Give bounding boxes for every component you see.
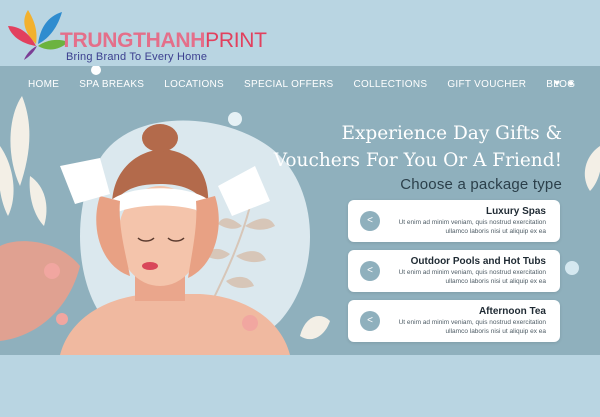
nav-collections[interactable]: COLLECTIONS bbox=[353, 79, 427, 90]
heart-icon[interactable]: ♥ bbox=[554, 78, 560, 89]
card-title: Outdoor Pools and Hot Tubs bbox=[410, 256, 546, 267]
card-text: Ut enim ad minim veniam, quis nostrud ex… bbox=[398, 319, 546, 335]
card-arrow-button[interactable]: < bbox=[360, 211, 380, 231]
card-text: Ut enim ad minim veniam, quis nostrud ex… bbox=[398, 269, 546, 285]
card-title: Luxury Spas bbox=[485, 206, 546, 217]
nav-spa-breaks[interactable]: SPA BREAKS bbox=[79, 79, 144, 90]
package-subhead: Choose a package type bbox=[400, 176, 562, 193]
user-icon[interactable]: ● bbox=[568, 78, 574, 89]
brand-tagline: Bring Brand To Every Home bbox=[66, 51, 208, 63]
nav-icons: ♥ ● bbox=[554, 78, 574, 89]
card-arrow-button[interactable]: < bbox=[360, 311, 380, 331]
nav-special-offers[interactable]: SPECIAL OFFERS bbox=[244, 79, 333, 90]
nav-locations[interactable]: LOCATIONS bbox=[164, 79, 224, 90]
package-card-afternoon-tea[interactable]: < Afternoon Tea Ut enim ad minim veniam,… bbox=[348, 300, 560, 342]
main-nav: HOME SPA BREAKS LOCATIONS SPECIAL OFFERS… bbox=[0, 66, 600, 102]
card-title: Afternoon Tea bbox=[478, 306, 546, 317]
brand-name[interactable]: TRUNGTHANHPRINT bbox=[60, 30, 267, 51]
brand-name-part2: PRINT bbox=[205, 29, 267, 52]
hero-section: HOME SPA BREAKS LOCATIONS SPECIAL OFFERS… bbox=[0, 66, 600, 355]
card-arrow-button[interactable]: < bbox=[360, 261, 380, 281]
logo-bar: TRUNGTHANHPRINT Bring Brand To Every Hom… bbox=[0, 0, 600, 66]
nav-gift-voucher[interactable]: GIFT VOUCHER bbox=[447, 79, 526, 90]
headline-line1: Experience Day Gifts & bbox=[341, 123, 562, 144]
package-card-luxury-spas[interactable]: < Luxury Spas Ut enim ad minim veniam, q… bbox=[348, 200, 560, 242]
nav-home[interactable]: HOME bbox=[28, 79, 59, 90]
card-text: Ut enim ad minim veniam, quis nostrud ex… bbox=[398, 219, 546, 235]
headline-line2: Vouchers For You Or A Friend! bbox=[273, 150, 562, 171]
brand-name-part1: TRUNGTHANH bbox=[60, 29, 206, 52]
package-card-outdoor-pools[interactable]: < Outdoor Pools and Hot Tubs Ut enim ad … bbox=[348, 250, 560, 292]
hero-headline: Experience Day Gifts & Vouchers For You … bbox=[242, 120, 562, 174]
